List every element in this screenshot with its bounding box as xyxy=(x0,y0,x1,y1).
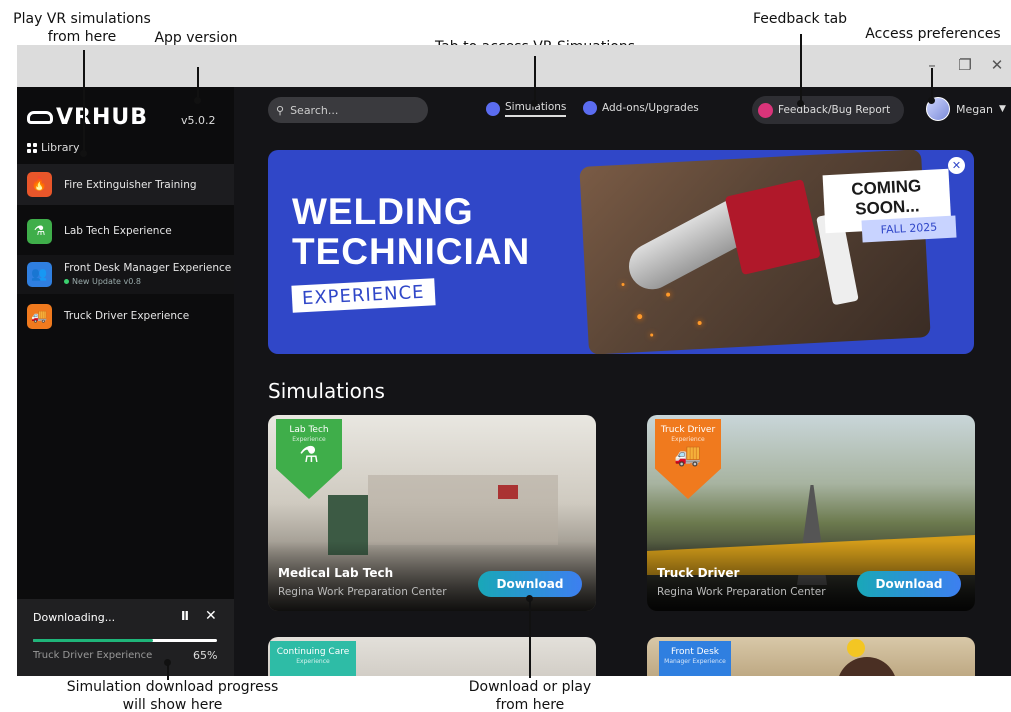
card-title: Truck Driver xyxy=(657,566,740,580)
pointer-dot xyxy=(164,659,171,666)
download-button[interactable]: Download xyxy=(857,571,961,597)
pointer-dot xyxy=(797,100,804,107)
release-date: FALL 2025 xyxy=(861,215,957,243)
pointer-line-prefs xyxy=(931,68,933,100)
progress-fill xyxy=(33,639,153,642)
tab-label: Add-ons/Upgrades xyxy=(602,102,699,114)
sidebar-item-lab-tech[interactable]: ⚗ Lab Tech Experience xyxy=(17,214,234,248)
badge-subtitle: Experience xyxy=(671,436,705,443)
pointer-line-tab xyxy=(534,56,536,104)
search-placeholder: Search... xyxy=(290,103,339,117)
simulation-card-lab-tech[interactable]: Lab Tech Experience ⚗ Medical Lab Tech R… xyxy=(268,415,596,611)
banner-title: WELDING TECHNICIAN xyxy=(292,192,530,272)
restore-button[interactable]: ❐ xyxy=(955,55,975,75)
chevron-down-icon: ▼ xyxy=(998,104,1006,114)
truck-icon: 🚚 xyxy=(674,443,702,468)
sidebar-item-label: Truck Driver Experience xyxy=(64,310,190,322)
progress-track xyxy=(33,639,217,642)
user-menu[interactable]: Megan ▼ xyxy=(926,97,1006,121)
badge-subtitle: Manager Experience xyxy=(664,658,726,665)
flask-icon: ⚗ xyxy=(27,218,52,244)
card-badge: Front Desk Manager Experience xyxy=(659,641,731,676)
banner-line-2: TECHNICIAN xyxy=(292,231,531,272)
annotated-screenshot: Play VR simulations from here App versio… xyxy=(0,0,1011,712)
search-input[interactable]: ⚲ Search... xyxy=(268,97,428,123)
simulation-card-truck-driver[interactable]: Truck Driver Experience 🚚 Truck Driver R… xyxy=(647,415,975,611)
pointer-dot xyxy=(531,100,538,107)
badge-title: Truck Driver xyxy=(660,425,716,435)
sidebar-item-text: Front Desk Manager Experience New Update… xyxy=(64,261,231,289)
banner-line-3: EXPERIENCE xyxy=(291,278,436,313)
truck-icon: 🚚 xyxy=(27,303,52,329)
fire-icon: 🔥 xyxy=(27,172,52,197)
card-title: Medical Lab Tech xyxy=(278,566,394,580)
annotation-play: Play VR simulations from here xyxy=(13,11,151,45)
main-content: ⚲ Search... Simulations Add-ons/Upgrades… xyxy=(234,87,1011,676)
library-link[interactable]: Library xyxy=(27,141,79,154)
simulations-icon xyxy=(486,102,500,116)
sidebar-item-label: Front Desk Manager Experience xyxy=(64,261,232,274)
addons-icon xyxy=(583,101,597,115)
banner-line-1: WELDING xyxy=(292,191,474,232)
close-banner-icon[interactable]: ✕ xyxy=(948,157,965,174)
pointer-dot xyxy=(194,97,201,104)
card-subtitle: Regina Work Preparation Center xyxy=(657,586,826,598)
sidebar: VRHUB v5.0.2 Library 🔥 Fire Extinguisher… xyxy=(17,87,234,676)
sidebar-item-label: Lab Tech Experience xyxy=(64,225,172,237)
annotation-feedback: Feedback tab xyxy=(752,11,848,27)
pointer-line-version xyxy=(197,67,199,100)
card-badge: Continuing Care Experience xyxy=(270,641,356,676)
badge-subtitle: Experience xyxy=(296,658,330,665)
pause-button[interactable]: II xyxy=(181,609,189,623)
annotation-download-progress: Simulation download progress will show h… xyxy=(66,679,279,712)
simulation-card-continuing-care[interactable]: Continuing Care Experience xyxy=(268,637,596,676)
flask-icon: ⚗ xyxy=(299,443,319,468)
badge-subtitle: Experience xyxy=(292,436,326,443)
cancel-download-button[interactable]: ✕ xyxy=(205,608,217,624)
feedback-label: Feedback/Bug Report xyxy=(778,104,891,116)
sidebar-item-label: Fire Extinguisher Training xyxy=(64,178,197,191)
library-label: Library xyxy=(41,141,80,154)
badge-title: Lab Tech xyxy=(289,425,329,435)
pointer-line-play xyxy=(83,50,85,154)
app-window: – ❐ ✕ VRHUB v5.0.2 Library 🔥 Fire Exting… xyxy=(17,45,1011,676)
title-bar: – ❐ ✕ xyxy=(17,45,1011,87)
promo-banner[interactable]: WELDING TECHNICIAN EXPERIENCE COMING SOO… xyxy=(268,150,974,354)
badge-title: Continuing Care xyxy=(276,647,350,657)
logo-text: VRHUB xyxy=(56,104,149,130)
feedback-button[interactable]: Feedback/Bug Report xyxy=(752,96,904,124)
pointer-dot xyxy=(928,97,935,104)
pointer-dot xyxy=(80,150,87,157)
grid-icon xyxy=(27,142,37,153)
tab-addons[interactable]: Add-ons/Upgrades xyxy=(583,101,699,115)
pointer-dot xyxy=(526,595,533,602)
card-subtitle: Regina Work Preparation Center xyxy=(278,586,447,598)
pointer-line-feedback xyxy=(800,34,802,104)
sidebar-item-fire-extinguisher[interactable]: 🔥 Fire Extinguisher Training xyxy=(17,164,234,205)
search-icon: ⚲ xyxy=(276,103,285,117)
user-name: Megan xyxy=(956,102,993,116)
badge-title: Front Desk xyxy=(671,647,719,657)
pointer-line-download-play xyxy=(529,598,531,678)
download-status: Downloading... xyxy=(33,611,116,624)
update-badge: New Update v0.8 xyxy=(64,275,231,289)
sidebar-item-truck-driver[interactable]: 🚚 Truck Driver Experience xyxy=(17,299,234,333)
download-percent: 65% xyxy=(193,649,218,662)
annotation-download-play: Download or play from here xyxy=(468,679,592,712)
section-title: Simulations xyxy=(268,379,385,403)
download-progress-panel: Downloading... II ✕ Truck Driver Experie… xyxy=(17,599,234,676)
vr-headset-icon xyxy=(27,110,53,124)
update-label: New Update v0.8 xyxy=(72,276,141,286)
download-button[interactable]: Download xyxy=(478,571,582,597)
close-button[interactable]: ✕ xyxy=(987,55,1007,75)
people-icon: 👥 xyxy=(27,262,52,287)
sidebar-item-front-desk[interactable]: 👥 Front Desk Manager Experience New Upda… xyxy=(17,255,234,294)
app-logo: VRHUB xyxy=(27,104,148,130)
simulation-card-front-desk[interactable]: Front Desk Manager Experience xyxy=(647,637,975,676)
download-item-name: Truck Driver Experience xyxy=(33,650,153,661)
green-dot-icon xyxy=(64,279,69,284)
feedback-icon xyxy=(758,102,773,118)
tab-simulations[interactable]: Simulations xyxy=(486,101,567,117)
app-version: v5.0.2 xyxy=(181,114,216,127)
